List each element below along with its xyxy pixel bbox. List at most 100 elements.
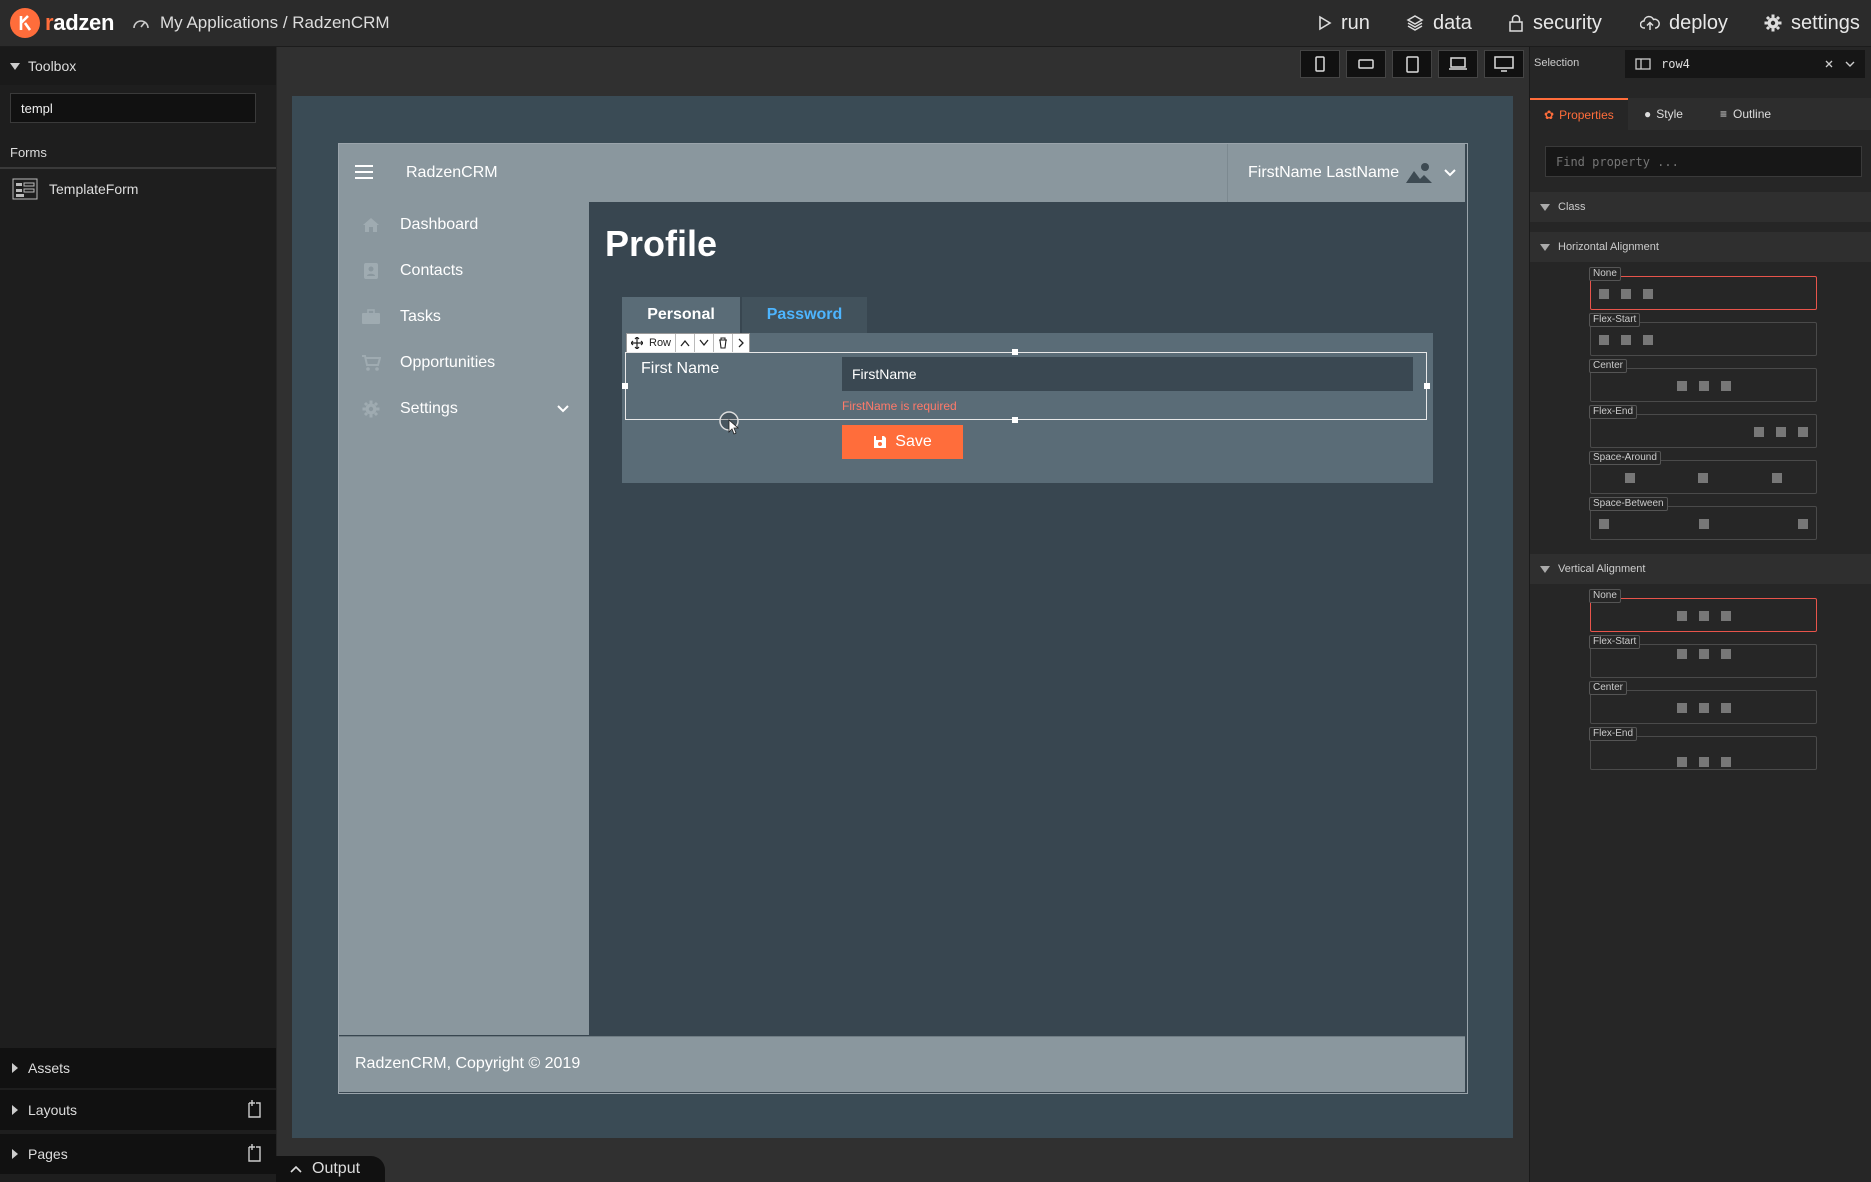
phone-portrait-icon	[1315, 56, 1325, 72]
first-name-input[interactable]	[842, 357, 1413, 391]
resize-handle[interactable]	[1012, 417, 1018, 423]
phone-landscape-button[interactable]	[1346, 50, 1386, 78]
row-drag-handle[interactable]: Row	[627, 334, 677, 352]
section-layouts[interactable]: Layouts	[0, 1090, 276, 1130]
move-up-button[interactable]	[676, 334, 696, 352]
h-align-flex-start[interactable]: Flex-Start	[1589, 313, 1817, 356]
new-file-icon[interactable]	[246, 1099, 262, 1119]
deploy-button[interactable]: deploy	[1640, 10, 1728, 36]
align-preview	[1599, 289, 1808, 299]
page-title: Profile	[605, 223, 718, 264]
v-align-center[interactable]: Center	[1589, 681, 1817, 724]
category-forms: Forms	[10, 145, 47, 160]
radzen-logo-icon	[10, 8, 40, 38]
chevron-down-icon	[557, 405, 569, 413]
section-assets[interactable]: Assets	[0, 1048, 276, 1088]
preview-box	[1676, 611, 1687, 621]
v-align-flex-end-label: Flex-End	[1589, 727, 1638, 741]
nav-item-tasks[interactable]: Tasks	[360, 303, 441, 331]
h-align-space-between-label: Space-Between	[1589, 497, 1668, 511]
section-pages[interactable]: Pages	[0, 1134, 276, 1174]
h-align-none[interactable]: None	[1589, 267, 1817, 310]
nav-label: Opportunities	[400, 354, 496, 371]
selection-label: Selection	[1534, 57, 1580, 69]
resize-handle[interactable]	[1012, 349, 1018, 355]
v-align-none[interactable]: None	[1589, 589, 1817, 632]
nav-item-contacts[interactable]: Contacts	[360, 257, 463, 285]
h-align-center[interactable]: Center	[1589, 359, 1817, 402]
data-button[interactable]: data	[1406, 10, 1472, 36]
clear-icon[interactable]	[1825, 60, 1833, 68]
breadcrumb-text[interactable]: My Applications / RadzenCRM	[160, 13, 390, 33]
output-label: Output	[312, 1160, 361, 1177]
save-button[interactable]: Save	[842, 425, 963, 459]
tab-password[interactable]: Password	[742, 297, 867, 333]
desktop-icon	[1494, 56, 1514, 72]
phone-portrait-button[interactable]	[1300, 50, 1340, 78]
toolbox-header[interactable]: Toolbox	[0, 47, 276, 85]
security-button[interactable]: security	[1508, 10, 1602, 36]
resize-handle[interactable]	[1424, 383, 1430, 389]
chevron-down-icon	[1444, 169, 1456, 177]
user-profile-menu[interactable]: FirstName LastName	[1227, 144, 1466, 202]
tab-outline[interactable]: ≡ Outline	[1720, 98, 1771, 130]
laptop-button[interactable]	[1438, 50, 1478, 78]
h-align-space-between[interactable]: Space-Between	[1589, 497, 1817, 540]
hamburger-menu-icon[interactable]	[355, 165, 373, 179]
toolbox-item-templateform[interactable]: TemplateForm	[12, 178, 138, 200]
tab-properties[interactable]: ✿ Properties	[1530, 98, 1628, 130]
h-align-flex-start-label: Flex-Start	[1589, 313, 1641, 327]
tab-outline-label: Outline	[1733, 107, 1772, 121]
desktop-button[interactable]	[1484, 50, 1524, 78]
nav-label: Settings	[400, 400, 458, 417]
first-name-error: FirstName is required	[842, 399, 957, 413]
radzen-logo[interactable]: radzen	[10, 8, 114, 38]
section-vertical-label: Vertical Alignment	[1558, 563, 1646, 575]
settings-button[interactable]: settings	[1764, 10, 1860, 36]
run-button[interactable]: run	[1318, 10, 1370, 36]
briefcase-icon	[360, 307, 382, 327]
preview-box	[1754, 427, 1764, 437]
expand-caret-icon	[12, 1063, 18, 1073]
nav-item-opportunities[interactable]: Opportunities	[360, 349, 495, 377]
tablet-button[interactable]	[1392, 50, 1432, 78]
selection-dropdown[interactable]: row4	[1625, 50, 1865, 78]
h-align-space-around[interactable]: Space-Around	[1589, 451, 1817, 494]
output-panel-tab[interactable]: Output	[276, 1156, 385, 1182]
v-align-flex-end[interactable]: Flex-End	[1589, 727, 1817, 770]
move-down-button[interactable]	[695, 334, 715, 352]
preview-box	[1624, 473, 1635, 483]
resize-handle[interactable]	[622, 383, 628, 389]
preview-box	[1698, 757, 1709, 767]
delete-button[interactable]	[714, 334, 734, 352]
preview-box	[1599, 519, 1609, 529]
category-divider	[0, 167, 276, 169]
chevron-down-icon[interactable]	[1845, 60, 1855, 68]
cart-icon	[360, 353, 382, 373]
new-file-icon[interactable]	[246, 1143, 262, 1163]
section-class[interactable]: Class	[1530, 192, 1871, 222]
section-horizontal-alignment[interactable]: Horizontal Alignment	[1530, 232, 1871, 262]
v-align-flex-start[interactable]: Flex-Start	[1589, 635, 1817, 678]
h-align-flex-end[interactable]: Flex-End	[1589, 405, 1817, 448]
tab-style[interactable]: ● Style	[1644, 98, 1683, 130]
breadcrumb[interactable]: My Applications / RadzenCRM	[132, 12, 390, 34]
nav-item-dashboard[interactable]: Dashboard	[360, 211, 478, 239]
find-property-input[interactable]	[1545, 146, 1862, 177]
toolbox-search-input[interactable]	[10, 93, 256, 123]
section-vertical-alignment[interactable]: Vertical Alignment	[1530, 554, 1871, 584]
select-next-button[interactable]	[733, 334, 749, 352]
data-label: data	[1433, 11, 1472, 34]
preview-box	[1772, 473, 1783, 483]
trash-icon	[719, 337, 728, 349]
collapse-caret-icon	[1540, 243, 1550, 251]
preview-box	[1698, 703, 1709, 713]
align-preview	[1599, 703, 1808, 713]
collapse-caret-icon	[10, 62, 20, 70]
section-horizontal-label: Horizontal Alignment	[1558, 241, 1659, 253]
nav-item-settings[interactable]: Settings	[360, 395, 570, 423]
h-align-center-label: Center	[1589, 359, 1628, 373]
tab-personal[interactable]: Personal	[622, 297, 740, 333]
outline-list-icon: ≡	[1720, 107, 1728, 121]
template-form-icon	[12, 178, 38, 200]
